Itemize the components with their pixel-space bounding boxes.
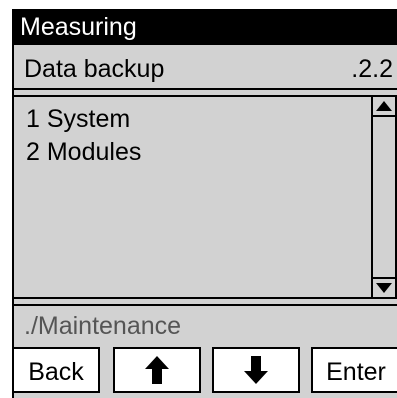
- scroll-up-button[interactable]: [373, 97, 395, 117]
- scroll-down-button[interactable]: [373, 277, 395, 297]
- scroll-down-icon: [376, 283, 392, 293]
- device-screen: Measuring Data backup .2.2 1 System 2 Mo…: [0, 0, 397, 398]
- enter-button-label: Enter: [326, 358, 386, 386]
- list-item-system[interactable]: 1 System: [26, 105, 130, 133]
- back-button[interactable]: Back: [12, 347, 100, 393]
- breadcrumb-path: ./Maintenance: [24, 312, 182, 340]
- menu-code: .2.2: [351, 55, 393, 83]
- down-button[interactable]: [212, 347, 300, 393]
- title-bar: Measuring: [12, 9, 397, 45]
- enter-button[interactable]: Enter: [311, 347, 397, 393]
- menu-title: Data backup: [24, 55, 165, 83]
- arrow-up-icon: [145, 356, 169, 384]
- up-button[interactable]: [113, 347, 201, 393]
- scroll-up-icon: [376, 101, 392, 111]
- arrow-down-icon: [244, 356, 268, 384]
- menu-header: Data backup .2.2: [14, 46, 397, 90]
- scrollbar[interactable]: [371, 97, 395, 297]
- screen-title: Measuring: [20, 13, 137, 41]
- list-item-modules[interactable]: 2 Modules: [26, 138, 141, 166]
- back-button-label: Back: [28, 358, 84, 386]
- breadcrumb: ./Maintenance: [14, 304, 397, 342]
- menu-list: 1 System 2 Modules: [14, 95, 397, 299]
